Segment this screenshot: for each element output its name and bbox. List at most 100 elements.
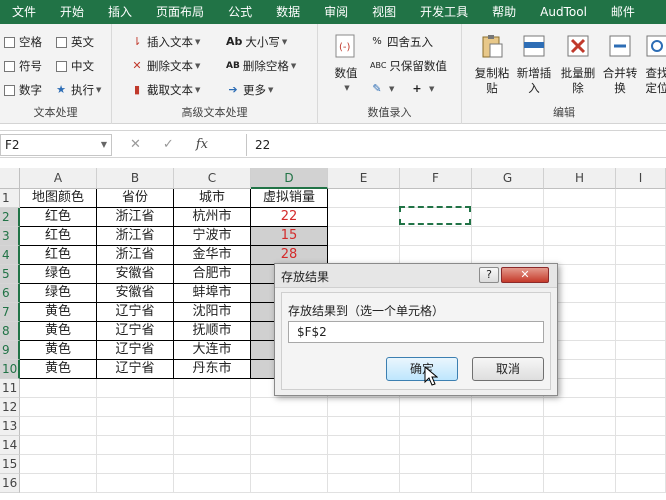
merge-convert-button[interactable]: 合并转换 xyxy=(600,32,640,96)
table-cell[interactable] xyxy=(472,474,544,493)
row-header[interactable]: 8 xyxy=(0,322,20,341)
confirm-icon[interactable]: ✓ xyxy=(163,134,174,156)
row-header[interactable]: 2 xyxy=(0,208,20,227)
table-cell[interactable] xyxy=(174,379,251,398)
table-cell[interactable] xyxy=(328,208,400,227)
table-cell[interactable]: 辽宁省 xyxy=(97,322,174,341)
find-locate-button[interactable]: 查找定位 xyxy=(642,32,666,96)
row-header[interactable]: 10 xyxy=(0,360,20,379)
row-header[interactable]: 11 xyxy=(0,379,20,398)
table-cell[interactable] xyxy=(544,227,616,246)
menu-home[interactable]: 开始 xyxy=(48,0,96,24)
table-cell[interactable] xyxy=(328,455,400,474)
table-cell[interactable] xyxy=(97,398,174,417)
column-header-i[interactable]: I xyxy=(616,168,666,189)
table-cell[interactable]: 地图颜色 xyxy=(20,189,97,208)
table-cell[interactable] xyxy=(328,474,400,493)
case-button[interactable]: Ab 大小写 ▼ xyxy=(226,34,287,50)
table-cell[interactable] xyxy=(472,436,544,455)
table-cell[interactable] xyxy=(400,398,472,417)
menu-audtool[interactable]: AudTool xyxy=(528,0,599,24)
table-cell[interactable]: 红色 xyxy=(20,246,97,265)
table-cell[interactable] xyxy=(20,455,97,474)
table-cell[interactable] xyxy=(544,436,616,455)
value-button[interactable]: (-) 数值 ▼ xyxy=(326,32,366,96)
table-cell[interactable] xyxy=(616,303,666,322)
table-cell[interactable] xyxy=(400,455,472,474)
name-box[interactable]: F2 ▼ xyxy=(0,134,112,156)
table-cell[interactable] xyxy=(174,417,251,436)
table-cell[interactable] xyxy=(328,189,400,208)
table-cell[interactable] xyxy=(20,379,97,398)
table-cell[interactable]: 杭州市 xyxy=(174,208,251,227)
more-button[interactable]: ➔ 更多 ▼ xyxy=(226,82,273,98)
help-button[interactable]: ? xyxy=(479,267,499,283)
table-cell[interactable] xyxy=(400,474,472,493)
table-cell[interactable]: 宁波市 xyxy=(174,227,251,246)
table-cell[interactable] xyxy=(251,455,328,474)
menu-data[interactable]: 数据 xyxy=(264,0,312,24)
column-header-e[interactable]: E xyxy=(328,168,400,189)
menu-view[interactable]: 视图 xyxy=(360,0,408,24)
table-cell[interactable] xyxy=(544,474,616,493)
row-header[interactable]: 1 xyxy=(0,189,20,208)
table-cell[interactable] xyxy=(616,417,666,436)
table-cell[interactable] xyxy=(400,227,472,246)
table-cell[interactable] xyxy=(616,227,666,246)
select-all-corner[interactable] xyxy=(0,168,20,189)
table-cell[interactable] xyxy=(97,436,174,455)
column-header-g[interactable]: G xyxy=(472,168,544,189)
close-button[interactable]: ✕ xyxy=(501,267,549,283)
table-cell[interactable] xyxy=(544,455,616,474)
table-cell[interactable] xyxy=(20,474,97,493)
english-checkbox[interactable]: 英文 xyxy=(56,34,94,50)
table-cell[interactable]: 蚌埠市 xyxy=(174,284,251,303)
extract-text-button[interactable]: ▮ 截取文本 ▼ xyxy=(130,82,200,98)
table-cell[interactable]: 15 xyxy=(251,227,328,246)
table-cell[interactable]: 22 xyxy=(251,208,328,227)
table-cell[interactable]: 抚顺市 xyxy=(174,322,251,341)
chevron-down-icon[interactable]: ▼ xyxy=(101,135,107,155)
table-cell[interactable] xyxy=(616,189,666,208)
column-header-b[interactable]: B xyxy=(97,168,174,189)
menu-page-layout[interactable]: 页面布局 xyxy=(144,0,216,24)
space-checkbox[interactable]: 空格 xyxy=(4,34,42,50)
table-cell[interactable] xyxy=(472,227,544,246)
menu-formulas[interactable]: 公式 xyxy=(216,0,264,24)
number-checkbox[interactable]: 数字 xyxy=(4,82,42,98)
row-header[interactable]: 15 xyxy=(0,455,20,474)
row-header[interactable]: 16 xyxy=(0,474,20,493)
row-header[interactable]: 13 xyxy=(0,417,20,436)
table-cell[interactable] xyxy=(20,436,97,455)
table-cell[interactable] xyxy=(544,208,616,227)
table-cell[interactable] xyxy=(174,436,251,455)
ok-button[interactable]: 确定 xyxy=(386,357,458,381)
row-header[interactable]: 4 xyxy=(0,246,20,265)
table-cell[interactable]: 省份 xyxy=(97,189,174,208)
table-cell[interactable]: 黄色 xyxy=(20,303,97,322)
table-cell[interactable]: 辽宁省 xyxy=(97,360,174,379)
dialog-title-bar[interactable]: 存放结果 ? ✕ xyxy=(275,264,557,288)
table-cell[interactable]: 辽宁省 xyxy=(97,341,174,360)
table-cell[interactable] xyxy=(251,417,328,436)
symbol-checkbox[interactable]: 符号 xyxy=(4,58,42,74)
table-cell[interactable] xyxy=(616,360,666,379)
table-cell[interactable]: 丹东市 xyxy=(174,360,251,379)
table-cell[interactable] xyxy=(616,284,666,303)
table-cell[interactable] xyxy=(472,455,544,474)
row-header[interactable]: 5 xyxy=(0,265,20,284)
round-button[interactable]: % 四舍五入 xyxy=(370,34,433,50)
table-cell[interactable] xyxy=(97,417,174,436)
row-header[interactable]: 14 xyxy=(0,436,20,455)
table-cell[interactable] xyxy=(328,417,400,436)
column-header-f[interactable]: F xyxy=(400,168,472,189)
table-cell[interactable]: 黄色 xyxy=(20,341,97,360)
table-cell[interactable] xyxy=(174,474,251,493)
keep-values-button[interactable]: ABC 只保留数值 xyxy=(370,58,447,74)
table-cell[interactable] xyxy=(616,474,666,493)
chinese-checkbox[interactable]: 中文 xyxy=(56,58,94,74)
table-cell[interactable]: 安徽省 xyxy=(97,265,174,284)
table-cell[interactable] xyxy=(616,436,666,455)
table-cell[interactable]: 浙江省 xyxy=(97,227,174,246)
row-header[interactable]: 6 xyxy=(0,284,20,303)
